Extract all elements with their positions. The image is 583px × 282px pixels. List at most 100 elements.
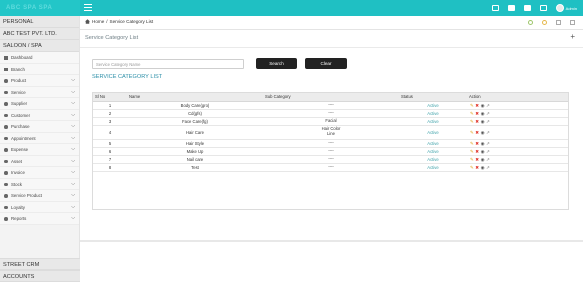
user-menu[interactable]: Admin (555, 4, 577, 12)
external-link-icon[interactable]: ↗ (486, 119, 490, 124)
card-icon[interactable] (491, 5, 499, 11)
dashboard-icon (4, 56, 8, 60)
brand-logo[interactable]: ABC SPA SPA (0, 0, 80, 16)
cell-sl-no: 5 (93, 139, 127, 148)
chevron-down-icon: ⌵ (71, 134, 75, 141)
col-sl-no: Sl No (93, 93, 127, 102)
delete-icon[interactable]: ✖ (475, 149, 479, 154)
external-link-icon[interactable]: ↗ (486, 149, 490, 154)
breadcrumb-current: Service Category List (109, 19, 154, 24)
sidebar-section-header[interactable]: STREET CRM (0, 258, 80, 270)
minimize-icon[interactable] (556, 20, 561, 25)
sidebar-item-supplier[interactable]: Supplier ⌵ (0, 98, 79, 110)
sidebar-item-purchase[interactable]: Purchase ⌵ (0, 121, 79, 133)
sidebar-item-product[interactable]: Product ⌵ (0, 75, 79, 87)
cell-name: Body Care(gro) (127, 101, 263, 110)
sidebar-item-label: Appointment (11, 135, 36, 141)
sidebar-item-label: Reports (11, 216, 27, 221)
external-link-icon[interactable]: ↗ (486, 141, 490, 146)
sidebar-item-label: Service Product (11, 193, 42, 198)
chevron-down-icon: ⌵ (71, 123, 75, 129)
sidebar-item-invoice[interactable]: Invoice ⌵ (0, 167, 79, 179)
sidebar-item-dashboard[interactable]: Dashboard (0, 52, 79, 64)
breadcrumb-home[interactable]: Home (92, 19, 104, 24)
delete-icon[interactable]: ✖ (475, 130, 479, 135)
status-badge[interactable]: Active (399, 117, 467, 126)
chat-icon[interactable] (507, 5, 515, 11)
clear-button[interactable]: Clear (305, 58, 347, 69)
sidebar-item-appointment[interactable]: Appointment ⌵ (0, 132, 79, 144)
settings-icon[interactable] (542, 20, 547, 25)
sidebar-item-label: Purchase (11, 124, 30, 129)
edit-icon[interactable]: ✎ (470, 141, 474, 146)
sidebar-item-reports[interactable]: Reports ⌵ (0, 213, 79, 225)
cell-name: Make Up (127, 147, 263, 156)
user-icon[interactable] (539, 5, 547, 11)
sidebar-item-service[interactable]: Service ⌵ (0, 86, 79, 98)
delete-icon[interactable]: ✖ (475, 111, 479, 116)
view-icon[interactable]: ◉ (481, 141, 485, 146)
bell-icon[interactable] (523, 5, 531, 11)
external-link-icon[interactable]: ↗ (486, 157, 490, 162)
cell-actions: ✎ ✖ ◉ ↗ (467, 109, 568, 118)
view-icon[interactable]: ◉ (481, 103, 485, 108)
view-icon[interactable]: ◉ (481, 111, 485, 116)
sidebar-item-customer[interactable]: Customer ⌵ (0, 109, 79, 121)
edit-icon[interactable]: ✎ (470, 149, 474, 154)
sidebar-item-expense[interactable]: Expense ⌵ (0, 144, 79, 156)
delete-icon[interactable]: ✖ (475, 157, 479, 162)
view-icon[interactable]: ◉ (481, 119, 485, 124)
cell-actions: ✎ ✖ ◉ ↗ (467, 125, 568, 140)
status-badge[interactable]: Active (399, 163, 467, 172)
add-icon[interactable]: + (570, 33, 575, 41)
delete-icon[interactable]: ✖ (475, 141, 479, 146)
sidebar-section-header[interactable]: PERSONAL (0, 16, 79, 28)
sidebar-section-header[interactable]: SALOON / SPA (0, 40, 79, 52)
edit-icon[interactable]: ✎ (470, 157, 474, 162)
cell-actions: ✎ ✖ ◉ ↗ (467, 147, 568, 156)
status-badge[interactable]: Active (399, 101, 467, 110)
delete-icon[interactable]: ✖ (475, 119, 479, 124)
status-badge[interactable]: Active (399, 109, 467, 118)
search-button[interactable]: Search (256, 58, 297, 69)
search-input[interactable] (92, 59, 244, 69)
external-link-icon[interactable]: ↗ (486, 130, 490, 135)
status-badge[interactable]: Active (399, 155, 467, 164)
sidebar-item-stock[interactable]: Stock ⌵ (0, 178, 79, 190)
sub-category-label: ---- (328, 139, 334, 145)
sidebar-section-header[interactable]: ACCOUNTS (0, 270, 80, 282)
delete-icon[interactable]: ✖ (475, 165, 479, 170)
maximize-icon[interactable] (570, 20, 575, 25)
sidebar-item-service-product[interactable]: Service Product ⌵ (0, 190, 79, 202)
external-link-icon[interactable]: ↗ (486, 103, 490, 108)
edit-icon[interactable]: ✎ (470, 130, 474, 135)
chevron-down-icon: ⌵ (71, 111, 75, 118)
view-icon[interactable]: ◉ (481, 149, 485, 154)
asset-icon (4, 159, 8, 163)
refresh-icon[interactable] (528, 20, 533, 25)
sidebar-item-branch[interactable]: Branch (0, 63, 79, 75)
delete-icon[interactable]: ✖ (475, 103, 479, 108)
hamburger-menu-icon[interactable] (84, 4, 92, 11)
external-link-icon[interactable]: ↗ (486, 111, 490, 116)
chevron-down-icon: ⌵ (71, 100, 75, 106)
status-badge[interactable]: Active (399, 125, 467, 140)
sidebar-section-header[interactable]: ABC TEST PVT. LTD. (0, 28, 79, 40)
view-icon[interactable]: ◉ (481, 165, 485, 170)
sidebar-item-label: Product (11, 78, 27, 83)
edit-icon[interactable]: ✎ (470, 165, 474, 170)
status-badge[interactable]: Active (399, 147, 467, 156)
home-icon[interactable] (85, 19, 90, 24)
category-table: Sl No Name Sub Category Status Action 1B… (92, 92, 569, 210)
sidebar-item-loyalty[interactable]: Loyalty ⌵ (0, 201, 79, 213)
edit-icon[interactable]: ✎ (470, 119, 474, 124)
chevron-down-icon: ⌵ (71, 169, 75, 175)
edit-icon[interactable]: ✎ (470, 103, 474, 108)
horizontal-scrollbar[interactable] (80, 240, 583, 242)
sidebar-item-asset[interactable]: Asset ⌵ (0, 155, 79, 167)
view-icon[interactable]: ◉ (481, 157, 485, 162)
edit-icon[interactable]: ✎ (470, 111, 474, 116)
external-link-icon[interactable]: ↗ (486, 165, 490, 170)
status-badge[interactable]: Active (399, 139, 467, 148)
view-icon[interactable]: ◉ (481, 130, 485, 135)
